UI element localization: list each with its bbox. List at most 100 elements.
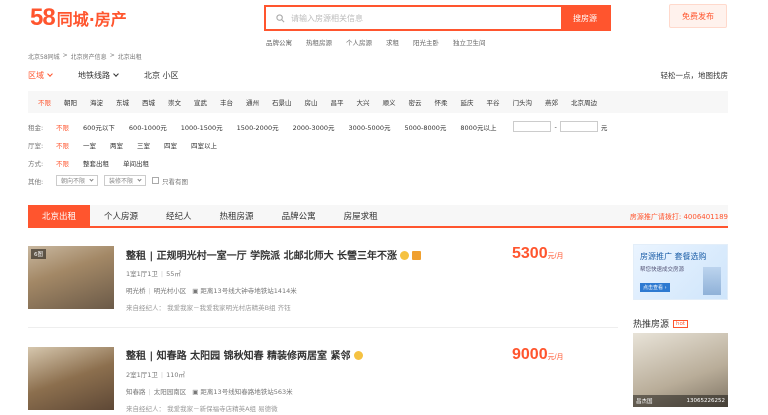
verified-icon <box>353 351 363 360</box>
district-option[interactable]: 朝阳 <box>64 97 77 107</box>
rent-option[interactable]: 2000-3000元 <box>293 122 335 132</box>
quick-link[interactable]: 求租 <box>386 37 399 47</box>
breadcrumb: 北京58同城 > 北京房产信息 > 北京出租 <box>28 52 142 61</box>
listing-photo[interactable] <box>28 347 114 410</box>
listing-title[interactable]: 整租 | 正规明光村一室一厅 学院派 北邮北师大 长營三年不涨 <box>126 247 422 262</box>
district-option[interactable]: 门头沟 <box>513 97 533 107</box>
district-option[interactable]: 不限 <box>38 97 51 107</box>
room-option[interactable]: 两室 <box>110 140 123 150</box>
mode-option[interactable]: 单间出租 <box>123 158 149 168</box>
district-option[interactable]: 北京周边 <box>571 97 597 107</box>
main-tab[interactable]: 经纪人 <box>152 205 206 226</box>
room-option[interactable]: 三室 <box>137 140 150 150</box>
quick-link[interactable]: 个人房源 <box>346 37 372 47</box>
search-placeholder: 请输入房源相关信息 <box>291 13 363 23</box>
logo-text: 同城·房产 <box>56 10 127 29</box>
rent-option[interactable]: 1500-2000元 <box>237 122 279 132</box>
promo-more-button[interactable]: 点击查看 › <box>640 283 670 292</box>
room-option[interactable]: 一室 <box>83 140 96 150</box>
mode-option[interactable]: 不限 <box>56 158 69 168</box>
district-option[interactable]: 平谷 <box>487 97 500 107</box>
district-option[interactable]: 房山 <box>305 97 318 107</box>
district-option[interactable]: 密云 <box>409 97 422 107</box>
tab-subway[interactable]: 地铁线路 <box>78 70 119 81</box>
filter-label: 厅室: <box>28 142 44 150</box>
chevron-down-icon <box>47 71 53 77</box>
room-filter: 厅室: 不限 一室 两室 三室 四室 四室以上 <box>28 140 231 150</box>
hotline: 房源推广请拨打: 4006401189 <box>629 213 728 221</box>
photo-count-badge: 6图 <box>31 249 46 259</box>
logo-number: 58 <box>30 4 56 31</box>
district-option[interactable]: 延庆 <box>461 97 474 107</box>
listing-title[interactable]: 整租 | 知春路 太阳园 锦秋知春 精装修两居室 紧邻 <box>126 347 363 362</box>
district-option[interactable]: 西城 <box>142 97 155 107</box>
breadcrumb-item[interactable]: 北京出租 <box>118 52 142 61</box>
rent-option[interactable]: 8000元以上 <box>460 122 496 132</box>
room-option[interactable]: 四室 <box>164 140 177 150</box>
main-tab[interactable]: 个人房源 <box>90 205 152 226</box>
listing-location: 明光桥 | 明光村小区 ▣ 距离13号线大钟寺地铁站1414米 <box>126 287 297 295</box>
district-option[interactable]: 崇文 <box>168 97 181 107</box>
rent-option[interactable]: 600元以下 <box>83 122 115 132</box>
logo[interactable]: 58 同城·房产 <box>30 4 127 31</box>
quick-link[interactable]: 品牌公寓 <box>266 37 292 47</box>
filter-label: 其他: <box>28 177 44 186</box>
range-dash: - <box>554 122 557 131</box>
quick-link[interactable]: 独立卫生间 <box>453 37 486 47</box>
breadcrumb-sep: > <box>109 52 115 59</box>
rent-min-input[interactable] <box>513 121 552 132</box>
has-photo-checkbox[interactable] <box>152 177 160 184</box>
district-option[interactable]: 顺义 <box>383 97 396 107</box>
filter-tabs: 区域 地铁线路 北京 小区 <box>28 70 179 81</box>
main-tab[interactable]: 品牌公寓 <box>268 205 330 226</box>
rent-option[interactable]: 3000-5000元 <box>349 122 391 132</box>
room-option[interactable]: 四室以上 <box>191 140 217 150</box>
district-option[interactable]: 燕郊 <box>545 97 558 107</box>
district-option[interactable]: 怀柔 <box>435 97 448 107</box>
district-list: 不限 朝阳 海淀 东城 西城 崇文 宣武 丰台 通州 石景山 房山 昌平 大兴 顺义 密云 怀柔 延庆 平谷 门头沟… <box>28 91 728 113</box>
chevron-down-icon <box>113 71 119 77</box>
promo-banner[interactable]: 房源推广 套餐选购 帮您快速成交房源 点击查看 › <box>633 244 728 300</box>
district-option[interactable]: 宣武 <box>194 97 207 107</box>
quick-link[interactable]: 阳光主卧 <box>413 37 439 47</box>
main-tab[interactable]: 房屋求租 <box>330 205 392 226</box>
breadcrumb-item[interactable]: 北京58同城 <box>28 52 60 61</box>
district-option[interactable]: 海淀 <box>90 97 103 107</box>
rent-option[interactable]: 600-1000元 <box>129 122 167 132</box>
district-option[interactable]: 丰台 <box>220 97 233 107</box>
listing-room-info: 1室1厅1卫 | 55㎡ <box>126 270 181 278</box>
quick-link[interactable]: 热租房源 <box>306 37 332 47</box>
district-option[interactable]: 通州 <box>246 97 259 107</box>
room-option[interactable]: 不限 <box>56 140 69 150</box>
tab-area[interactable]: 区域 <box>28 70 53 81</box>
listing-price: 5300元/月 <box>512 245 564 262</box>
district-option[interactable]: 大兴 <box>357 97 370 107</box>
filter-label: 租金: <box>28 123 44 132</box>
rent-max-input[interactable] <box>559 121 598 132</box>
search-input[interactable]: 请输入房源相关信息 <box>266 7 561 29</box>
search-icon <box>276 13 285 22</box>
tab-community[interactable]: 北京 小区 <box>144 70 179 81</box>
rent-option[interactable]: 不限 <box>56 122 69 132</box>
image-icon <box>412 251 422 260</box>
district-option[interactable]: 石景山 <box>272 97 292 107</box>
orientation-select[interactable]: 朝向不限 <box>56 175 99 186</box>
main-tab[interactable]: 热租房源 <box>206 205 268 226</box>
rent-option[interactable]: 5000-8000元 <box>404 122 446 132</box>
district-option[interactable]: 昌平 <box>331 97 344 107</box>
map-find-link[interactable]: 轻松一点，地图找房 <box>661 70 729 81</box>
has-photo-label: 只看有图 <box>162 177 189 186</box>
listing-photo[interactable]: 6图 <box>28 246 114 309</box>
breadcrumb-item[interactable]: 北京房产信息 <box>71 52 107 61</box>
rent-unit: 元 <box>600 123 608 132</box>
search-button[interactable]: 搜房源 <box>561 7 609 29</box>
free-post-button[interactable]: 免费发布 <box>669 4 727 28</box>
main-tab[interactable]: 北京出租 <box>28 205 91 226</box>
rent-option[interactable]: 1000-1500元 <box>181 122 223 132</box>
chevron-down-icon <box>89 177 94 182</box>
hot-recommend-card[interactable]: 昌杰国 13065226252 <box>633 333 728 407</box>
listing-price: 9000元/月 <box>512 346 564 363</box>
decoration-select[interactable]: 装修不限 <box>104 175 147 186</box>
district-option[interactable]: 东城 <box>116 97 129 107</box>
mode-option[interactable]: 整套出租 <box>83 158 109 168</box>
